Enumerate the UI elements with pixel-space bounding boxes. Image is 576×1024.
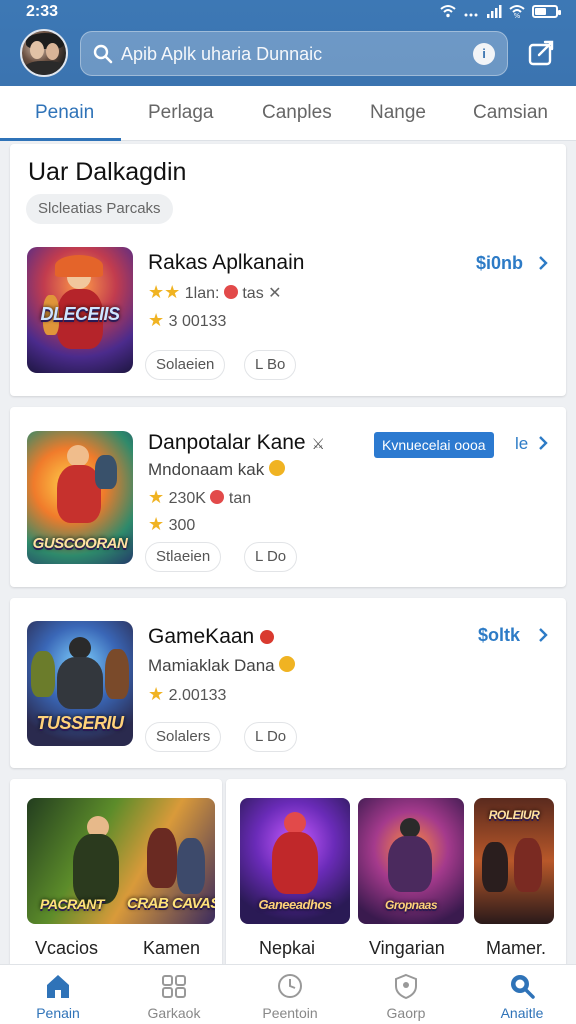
tag-chip[interactable]: L Do (244, 542, 298, 572)
app-title: Danpotalar Kane ⚔ (148, 431, 325, 454)
grid-label: Vcacios (35, 938, 99, 958)
search-icon (93, 44, 113, 64)
grid-thumbnail[interactable]: PACRANT CRAB CAVAS (27, 798, 215, 924)
coin-icon (268, 460, 285, 476)
tag-chip[interactable]: Solaeien (145, 350, 226, 380)
price-label[interactable]: $i0nb (476, 253, 523, 274)
app-title: Rakas Aplkanain (148, 251, 305, 274)
tag-chip[interactable]: L Do (244, 722, 298, 752)
price-label[interactable]: le (515, 434, 528, 454)
grid-thumbnail[interactable]: Ganeeadhos (240, 798, 350, 924)
app-title: GameKaan (148, 625, 275, 649)
app-downloads: ★ 3 00133 (148, 310, 227, 330)
grid-label: Kamen (143, 938, 201, 958)
app-subtitle: Mamiaklak Dana (148, 656, 296, 676)
dots-icon (464, 13, 478, 17)
app-rating: ★★ 1lan: tas ✕ (148, 282, 282, 302)
star-icon: ★ (148, 684, 165, 704)
app-downloads: ★ 300 (148, 514, 196, 534)
app-rating: ★ 2.00133 (148, 684, 227, 704)
fire-icon (260, 630, 275, 644)
sword-icon: ⚔ (311, 436, 325, 453)
info-icon[interactable]: i (473, 43, 495, 65)
tab-camsian[interactable]: Camsian (473, 102, 548, 124)
grid-label: Mamer. (486, 938, 547, 958)
avatar[interactable] (20, 29, 68, 77)
app-rating: ★ 230K tan (148, 487, 252, 507)
app-thumbnail[interactable]: GUSCOORAN (27, 431, 133, 564)
tag-chip[interactable]: Stlaeien (145, 542, 222, 572)
wifi-percent-icon: % (509, 5, 525, 18)
app-subtitle: Mndonaam kak (148, 460, 285, 480)
tag-chip[interactable]: Solalers (145, 722, 222, 752)
tab-penain[interactable]: Penain (35, 102, 94, 124)
nav-item-apps[interactable]: Garkaok (126, 965, 222, 1024)
badge-icon (210, 490, 225, 504)
status-time: 2:33 (26, 3, 59, 20)
search-bar[interactable]: Apib Aplk uharia Dunnaic i (80, 31, 508, 76)
apps-icon (162, 975, 186, 998)
section-title: Uar Dalkagdin (28, 158, 187, 186)
grid-thumbnail[interactable]: Gropnaas (358, 798, 464, 924)
status-icons: % (440, 4, 561, 18)
app-header: 2:33 % Apib Aplk uharia Dunnaic i (0, 0, 576, 86)
svg-text:%: % (514, 12, 521, 18)
home-icon (47, 975, 69, 998)
tab-indicator (0, 138, 121, 141)
install-button[interactable]: Kvnuecelai oooa (374, 432, 494, 458)
category-tabs: Penain Perlaga Canples Nange Camsian (0, 86, 576, 141)
grid-thumbnail[interactable]: ROLEIUR (474, 798, 554, 924)
app-thumbnail[interactable]: TUSSERIU (27, 621, 133, 746)
signal-icon (487, 5, 502, 18)
search-input[interactable]: Apib Aplk uharia Dunnaic (121, 44, 322, 65)
chevron-right-icon[interactable] (536, 435, 550, 451)
star-icon: ★ (148, 310, 165, 330)
nav-item-home[interactable]: Penain (10, 965, 106, 1024)
section-chip[interactable]: Slcleatias Parcaks (26, 194, 173, 224)
battery-icon (532, 4, 561, 18)
nav-item-search[interactable]: Anaitle (474, 965, 570, 1024)
wifi-icon (440, 5, 456, 18)
badge-icon (223, 285, 238, 299)
grid-label: Nepkai (259, 938, 316, 958)
chevron-right-icon[interactable] (536, 255, 550, 271)
coin-icon (279, 656, 296, 672)
app-thumbnail[interactable]: DLECEIIS (27, 247, 133, 373)
star-icon: ★ (148, 514, 165, 534)
shield-icon (395, 973, 417, 999)
star-icon: ★ (164, 282, 181, 302)
search-icon (511, 975, 535, 999)
tab-perlaga[interactable]: Perlaga (148, 102, 214, 124)
star-icon: ★ (148, 282, 165, 302)
grid-label: Vingarian (369, 938, 445, 958)
status-bar: 2:33 % (0, 0, 576, 26)
nav-item-group[interactable]: Gaorp (358, 965, 454, 1024)
bottom-nav: Penain Garkaok Peentoin Gaorp Anaitle (0, 964, 576, 1024)
share-icon[interactable] (526, 38, 556, 68)
tab-canples[interactable]: Canples (262, 102, 332, 124)
clock-icon (278, 974, 302, 998)
nav-item-recent[interactable]: Peentoin (242, 965, 338, 1024)
chevron-right-icon[interactable] (536, 627, 550, 643)
close-icon: ✕ (268, 285, 282, 302)
tag-chip[interactable]: L Bo (244, 350, 297, 380)
price-label[interactable]: $oltk (478, 625, 520, 646)
tab-nange[interactable]: Nange (370, 102, 426, 124)
star-icon: ★ (148, 487, 165, 507)
